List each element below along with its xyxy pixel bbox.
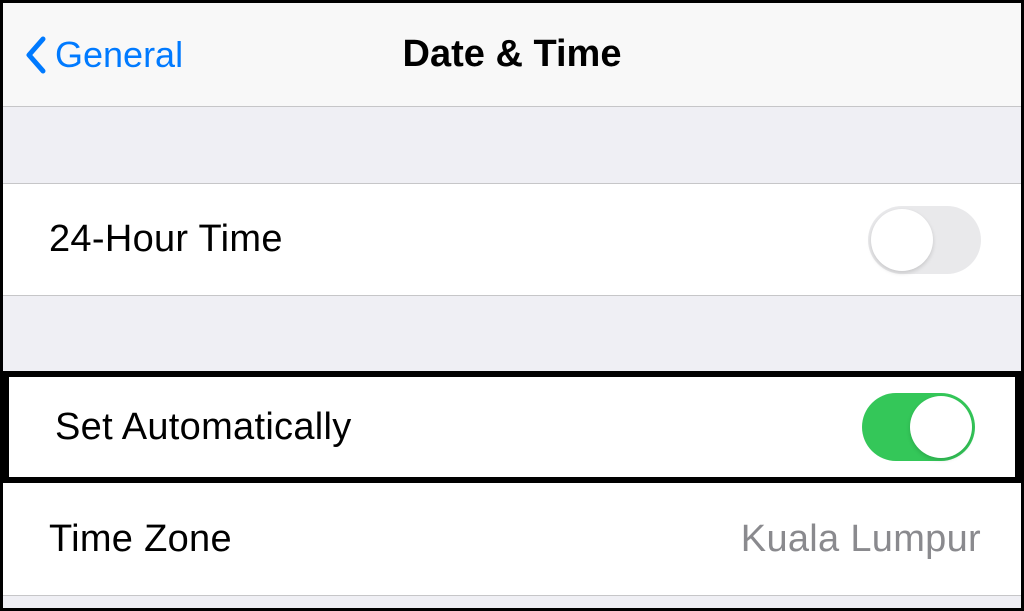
section-spacer bbox=[3, 296, 1021, 372]
page-title: Date & Time bbox=[403, 33, 622, 76]
set-automatically-toggle[interactable] bbox=[862, 393, 975, 461]
navigation-header: General Date & Time bbox=[3, 3, 1021, 107]
back-button[interactable]: General bbox=[23, 34, 183, 76]
set-automatically-row[interactable]: Set Automatically bbox=[9, 377, 1015, 477]
set-automatically-highlight: Set Automatically bbox=[3, 371, 1021, 483]
toggle-knob bbox=[910, 396, 972, 458]
time-zone-value: Kuala Lumpur bbox=[741, 518, 981, 561]
set-automatically-label: Set Automatically bbox=[55, 406, 352, 449]
twenty-four-hour-label: 24-Hour Time bbox=[49, 218, 283, 261]
time-zone-row[interactable]: Time Zone Kuala Lumpur bbox=[3, 483, 1021, 596]
back-label: General bbox=[55, 34, 183, 76]
chevron-left-icon bbox=[23, 35, 47, 75]
auto-time-section: Set Automatically Time Zone Kuala Lumpur bbox=[3, 372, 1021, 596]
twenty-four-hour-row[interactable]: 24-Hour Time bbox=[3, 183, 1021, 296]
settings-screen: General Date & Time 24-Hour Time Set Aut… bbox=[0, 0, 1024, 611]
section-spacer bbox=[3, 107, 1021, 183]
time-zone-label: Time Zone bbox=[49, 518, 232, 561]
toggle-knob bbox=[871, 209, 933, 271]
twenty-four-hour-toggle[interactable] bbox=[868, 206, 981, 274]
